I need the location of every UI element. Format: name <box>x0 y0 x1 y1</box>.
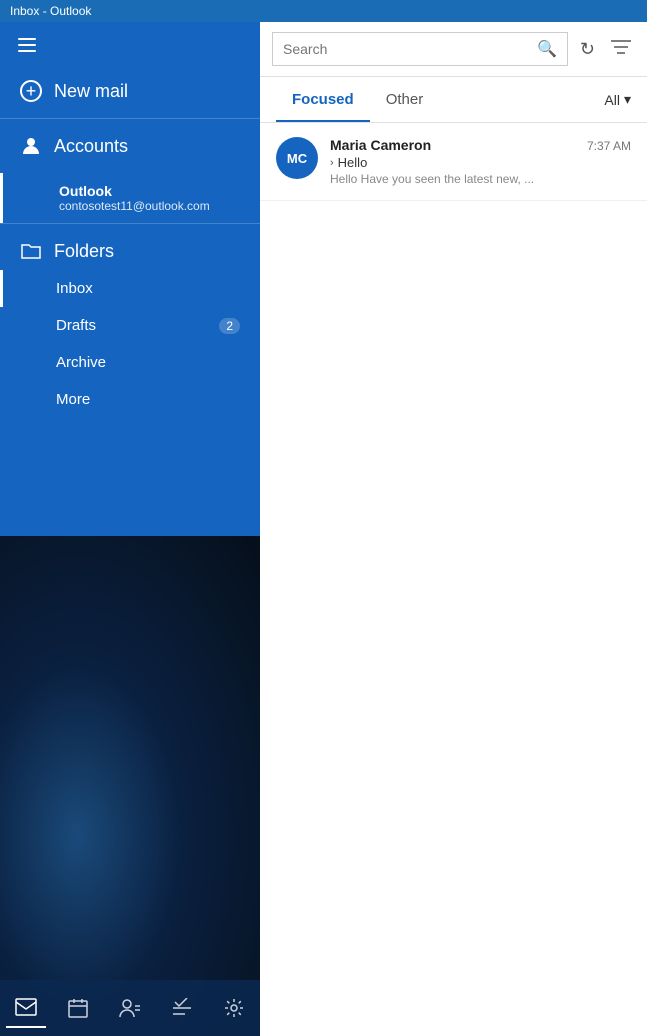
tab-all-button[interactable]: All ▾ <box>604 91 631 108</box>
tab-all-label: All <box>604 92 620 108</box>
email-subject: Hello <box>338 155 368 170</box>
account-item-outlook[interactable]: Outlook contosotest11@outlook.com <box>0 173 260 223</box>
email-time: 7:37 AM <box>587 139 631 153</box>
email-body: Maria Cameron 7:37 AM › Hello Hello Have… <box>330 137 631 186</box>
search-input[interactable] <box>283 41 537 57</box>
folders-section: Folders <box>0 223 260 270</box>
nav-mail-button[interactable] <box>6 988 46 1028</box>
folders-label: Folders <box>54 241 114 262</box>
folder-icon <box>20 240 42 262</box>
email-preview: Hello Have you seen the latest new, ... <box>330 172 631 186</box>
folder-name-drafts: Drafts <box>56 317 96 334</box>
search-input-wrapper[interactable]: 🔍 <box>272 32 568 66</box>
avatar: MC <box>276 137 318 179</box>
folder-item-more[interactable]: More <box>0 381 260 418</box>
reply-icon: › <box>330 157 334 169</box>
refresh-icon[interactable]: ↻ <box>576 35 599 64</box>
email-subject-line: › Hello <box>330 155 631 170</box>
tab-focused[interactable]: Focused <box>276 77 370 122</box>
bottom-nav <box>0 980 260 1036</box>
main-layout: + New mail Accounts Outlook contosotest1… <box>0 22 647 1036</box>
email-list: MC Maria Cameron 7:37 AM › Hello Hello H… <box>260 123 647 1036</box>
search-bar: 🔍 ↻ <box>260 22 647 77</box>
folder-item-inbox[interactable]: Inbox <box>0 270 260 307</box>
accounts-label: Accounts <box>54 136 128 157</box>
accounts-button[interactable]: Accounts <box>0 118 260 173</box>
nav-contacts-button[interactable] <box>110 988 150 1028</box>
hamburger-button[interactable] <box>0 22 260 64</box>
new-mail-button[interactable]: + New mail <box>0 64 260 118</box>
title-bar-text: Inbox - Outlook <box>10 4 91 18</box>
nav-settings-button[interactable] <box>214 988 254 1028</box>
plus-icon: + <box>20 80 42 102</box>
tab-other[interactable]: Other <box>370 77 440 122</box>
folder-item-drafts[interactable]: Drafts 2 <box>0 307 260 344</box>
folder-item-archive[interactable]: Archive <box>0 344 260 381</box>
sidebar-content: + New mail Accounts Outlook contosotest1… <box>0 22 260 1036</box>
title-bar: Inbox - Outlook <box>0 0 647 22</box>
tabs-bar: Focused Other All ▾ <box>260 77 647 123</box>
folders-button[interactable]: Folders <box>20 240 240 262</box>
search-icon[interactable]: 🔍 <box>537 39 557 59</box>
content-area: 🔍 ↻ Focused Other All ▾ <box>260 22 647 1036</box>
filter-icon[interactable] <box>607 35 635 64</box>
email-header: Maria Cameron 7:37 AM <box>330 137 631 153</box>
nav-tasks-button[interactable] <box>162 988 202 1028</box>
table-row[interactable]: MC Maria Cameron 7:37 AM › Hello Hello H… <box>260 123 647 201</box>
account-email: contosotest11@outlook.com <box>59 199 240 213</box>
avatar-initials: MC <box>287 151 307 166</box>
drafts-badge: 2 <box>219 318 240 334</box>
tab-focused-label: Focused <box>292 91 354 108</box>
hamburger-icon <box>18 38 36 52</box>
new-mail-label: New mail <box>54 81 128 102</box>
sidebar: + New mail Accounts Outlook contosotest1… <box>0 22 260 1036</box>
person-icon <box>20 135 42 157</box>
folder-name-archive: Archive <box>56 354 106 371</box>
account-name: Outlook <box>59 183 240 199</box>
tab-other-label: Other <box>386 91 424 108</box>
sender-name: Maria Cameron <box>330 137 431 153</box>
nav-calendar-button[interactable] <box>58 988 98 1028</box>
folder-name-more: More <box>56 391 90 408</box>
chevron-down-icon: ▾ <box>624 91 631 108</box>
folder-name-inbox: Inbox <box>56 280 93 297</box>
